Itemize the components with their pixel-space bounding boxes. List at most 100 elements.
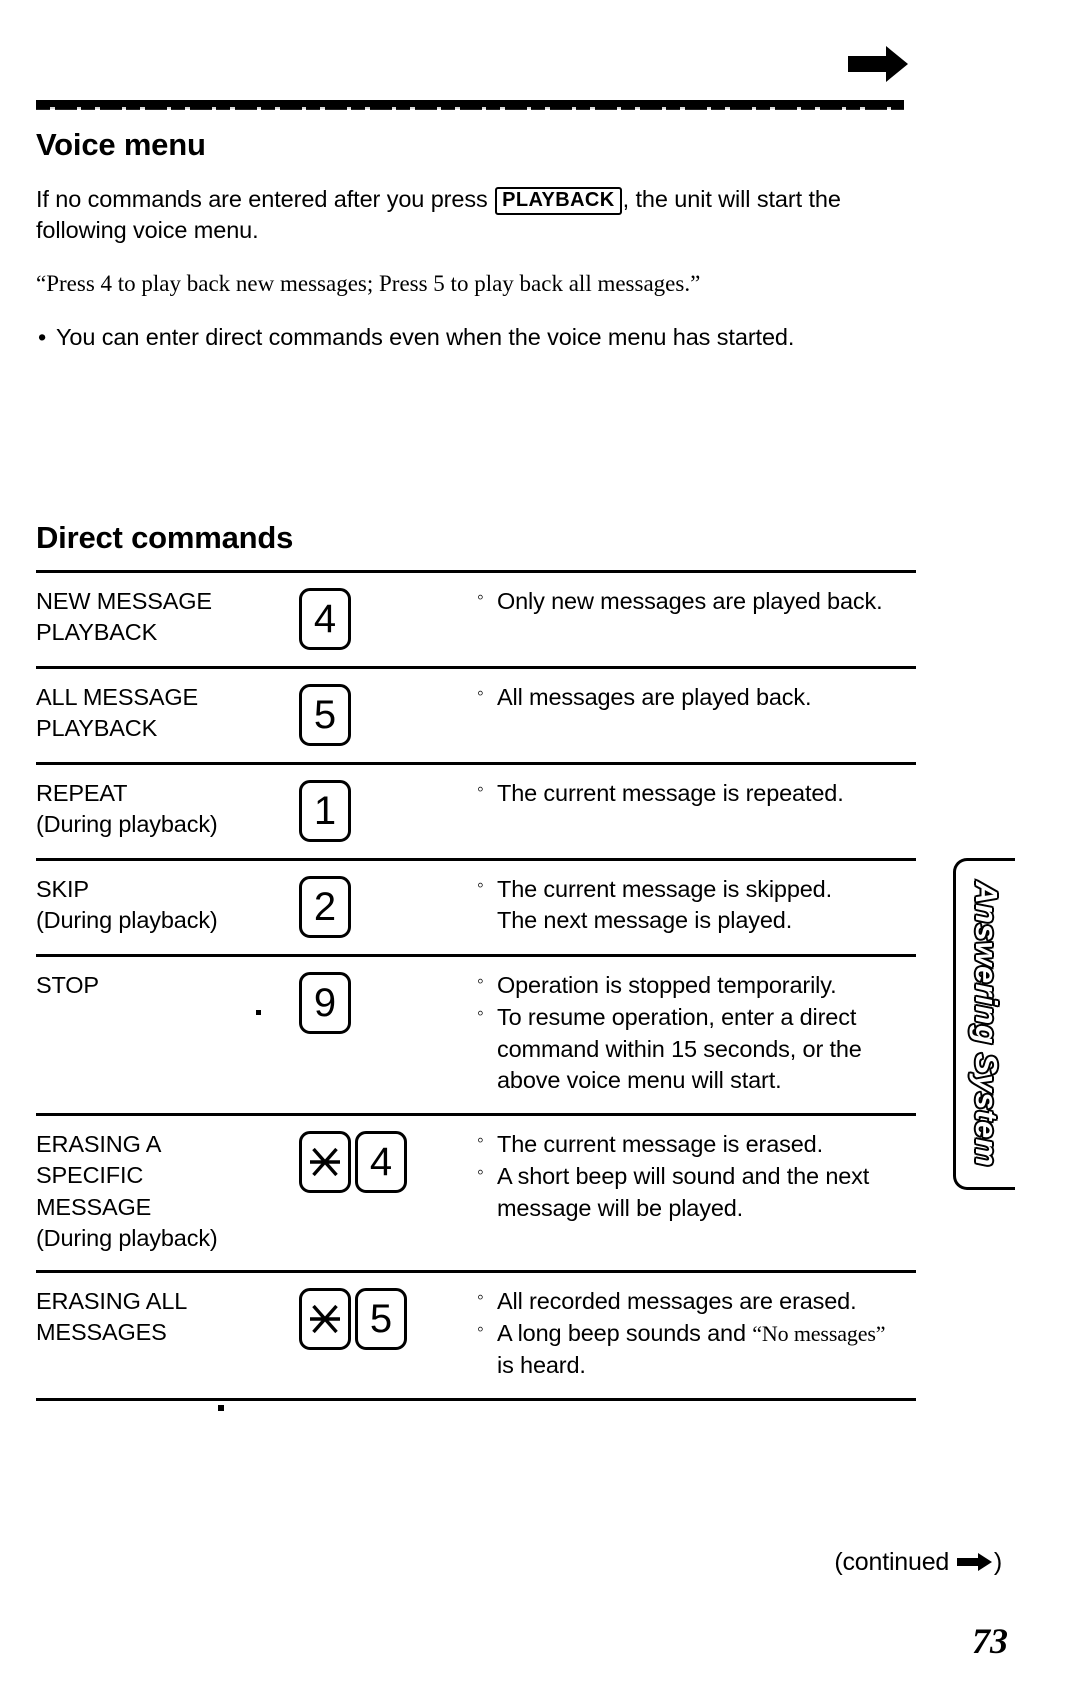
command-name-line2: PLAYBACK — [36, 619, 158, 646]
list-item: ◦ Operation is stopped temporarily. — [476, 970, 916, 1001]
open-bullet-icon: ◦ — [477, 971, 484, 992]
open-bullet-icon: ◦ — [477, 875, 484, 896]
keycap-9[interactable]: 9 — [299, 972, 351, 1034]
command-name-line1: ALL MESSAGE — [36, 684, 199, 710]
keycap-group: 4 — [291, 1129, 476, 1193]
keycap-5[interactable]: 5 — [299, 684, 351, 746]
page-direction-arrow-icon — [848, 44, 910, 84]
open-bullet-icon: ◦ — [477, 1287, 484, 1308]
header-divider-rule — [36, 100, 904, 110]
command-name-cell: ALL MESSAGE PLAYBACK — [36, 666, 291, 764]
command-keys-cell: 5 — [291, 666, 476, 764]
command-desc-cell: ◦ All recorded messages are erased. ◦ A … — [476, 1270, 916, 1400]
open-bullet-icon: ◦ — [477, 1003, 484, 1025]
keycap-2[interactable]: 2 — [299, 876, 351, 938]
description-text: All messages are played back. — [497, 684, 812, 710]
keycap-group: 2 — [291, 874, 476, 938]
list-item: ◦ A long beep sounds and “No messages” i… — [476, 1318, 916, 1381]
command-name-cell: NEW MESSAGE PLAYBACK — [36, 570, 291, 668]
command-name-cell: REPEAT (During playback) — [36, 762, 291, 860]
command-desc-cell: ◦ All messages are played back. — [476, 666, 916, 764]
description-text: The current message is skipped. — [497, 876, 832, 902]
command-name-line1: SKIP — [36, 876, 89, 902]
description-text: All recorded messages are erased. — [497, 1288, 857, 1314]
command-name-line1: ERASING A — [36, 1131, 162, 1157]
description-continuation: The next message is played. — [497, 907, 793, 934]
description-text: The current message is erased. — [497, 1131, 823, 1157]
description-quoted-phrase: “No messages” — [752, 1321, 886, 1347]
command-description-list: ◦ The current message is erased. ◦ A sho… — [476, 1129, 916, 1224]
command-name-line1: STOP — [36, 972, 99, 998]
voice-menu-section: Voice menu If no commands are entered af… — [36, 127, 916, 354]
voice-menu-note-text: You can enter direct commands even when … — [56, 324, 795, 351]
table-bottom-rule — [36, 1398, 916, 1402]
keycap-star-key-icon[interactable] — [299, 1131, 351, 1193]
list-item: ◦ A short beep will sound and the next m… — [476, 1161, 916, 1224]
open-bullet-icon: ◦ — [477, 1162, 484, 1184]
list-item: ◦ The current message is repeated. — [476, 778, 916, 809]
command-keys-cell: 2 — [291, 858, 476, 956]
command-name: ALL MESSAGE PLAYBACK — [36, 682, 291, 745]
command-name-cell: ERASING A SPECIFIC MESSAGE (During playb… — [36, 1113, 291, 1272]
open-bullet-icon: ◦ — [477, 1130, 484, 1151]
voice-menu-intro-before: If no commands are entered after you pre… — [36, 186, 488, 213]
page-number: 73 — [972, 1621, 1008, 1661]
playback-keycap[interactable]: PLAYBACK — [495, 187, 622, 216]
open-bullet-icon: ◦ — [477, 1319, 484, 1341]
command-name-line2: (During playback) — [36, 907, 218, 934]
table-row: ALL MESSAGE PLAYBACK 5 ◦ All messages ar… — [36, 666, 916, 764]
command-name: SKIP (During playback) — [36, 874, 291, 937]
manual-page: Voice menu If no commands are entered af… — [0, 0, 1080, 1690]
description-continuation: is heard. — [497, 1351, 586, 1378]
command-keys-cell: 4 — [291, 1113, 476, 1272]
table-row: ERASING ALL MESSAGES 5 ◦ All recorded me… — [36, 1270, 916, 1400]
command-name: NEW MESSAGE PLAYBACK — [36, 586, 291, 649]
keycap-star-key-icon[interactable] — [299, 1288, 351, 1350]
command-name: STOP — [36, 970, 291, 1001]
command-description-list: ◦ All messages are played back. — [476, 682, 916, 713]
table-row: NEW MESSAGE PLAYBACK 4 ◦ Only new messag… — [36, 570, 916, 668]
keycap-4[interactable]: 4 — [299, 588, 351, 650]
command-description-list: ◦ Operation is stopped temporarily. ◦ To… — [476, 970, 916, 1096]
keycap-group: 9 — [291, 970, 476, 1034]
command-desc-cell: ◦ Only new messages are played back. — [476, 570, 916, 668]
direct-commands-section: Direct commands NEW MESSAGE PLAYBACK 4 ◦… — [36, 520, 916, 1402]
voice-menu-note-item: • You can enter direct commands even whe… — [36, 322, 916, 353]
command-name-line4: (During playback) — [36, 1224, 218, 1251]
command-name-line2: (During playback) — [36, 811, 218, 838]
direct-commands-title: Direct commands — [36, 520, 294, 555]
voice-menu-intro: If no commands are entered after you pre… — [36, 184, 916, 247]
voice-menu-notes: • You can enter direct commands even whe… — [36, 322, 916, 353]
keycap-1[interactable]: 1 — [299, 780, 351, 842]
command-name: ERASING ALL MESSAGES — [36, 1286, 291, 1349]
table-row: REPEAT (During playback) 1 ◦ The current… — [36, 762, 916, 860]
command-description-list: ◦ The current message is repeated. — [476, 778, 916, 809]
command-keys-cell: 9 — [291, 954, 476, 1115]
description-text: The current message is repeated. — [497, 780, 844, 806]
command-description-list: ◦ The current message is skipped. The ne… — [476, 874, 916, 937]
description-continuation: command within 15 seconds, or the above … — [497, 1035, 862, 1093]
keycap-5[interactable]: 5 — [355, 1288, 407, 1350]
open-bullet-icon: ◦ — [477, 587, 484, 608]
keycap-group: 5 — [291, 682, 476, 746]
command-name-cell: STOP — [36, 954, 291, 1115]
command-name-line2: PLAYBACK — [36, 715, 158, 742]
side-tab-label: Answering System — [967, 880, 1005, 1168]
description-text-prefix: A long beep sounds and — [497, 1320, 753, 1347]
command-keys-cell: 1 — [291, 762, 476, 860]
keycap-group: 4 — [291, 586, 476, 650]
bullet-icon: • — [38, 324, 47, 351]
list-item: ◦ All recorded messages are erased. — [476, 1286, 916, 1317]
command-name-line2: SPECIFIC — [36, 1162, 144, 1189]
command-name-line3: MESSAGE — [36, 1193, 152, 1220]
scan-speck — [218, 1405, 224, 1411]
keycap-group: 1 — [291, 778, 476, 842]
command-name-line1: REPEAT — [36, 780, 128, 806]
section-side-tab: Answering System — [953, 858, 1015, 1190]
command-description-list: ◦ All recorded messages are erased. ◦ A … — [476, 1286, 916, 1381]
continued-close-paren: ) — [993, 1548, 1002, 1576]
keycap-4[interactable]: 4 — [355, 1131, 407, 1193]
direct-commands-table: NEW MESSAGE PLAYBACK 4 ◦ Only new messag… — [36, 570, 916, 1402]
command-name-cell: SKIP (During playback) — [36, 858, 291, 956]
command-name-cell: ERASING ALL MESSAGES — [36, 1270, 291, 1400]
